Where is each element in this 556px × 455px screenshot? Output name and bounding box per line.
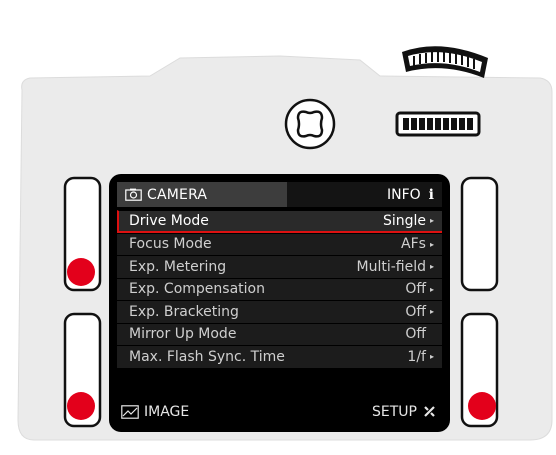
- left-bottom-marker: [67, 392, 95, 420]
- chevron-right-icon: ▸: [429, 284, 434, 294]
- menu-item-value: 1/f: [407, 348, 426, 365]
- camera-icon: [125, 188, 142, 201]
- menu-item-label: Exp. Metering: [129, 258, 227, 275]
- camera-menu-list: Drive Mode Single ▸ Focus Mode AFs ▸ Exp. Mete…: [117, 210, 442, 368]
- tab-camera[interactable]: CAMERA: [117, 182, 287, 207]
- tab-info[interactable]: INFO i: [287, 182, 442, 207]
- tab-info-label: INFO: [386, 186, 421, 203]
- menu-item-value-group: Multi-field ▸: [357, 259, 435, 275]
- tab-setup[interactable]: SETUP: [372, 404, 442, 420]
- menu-item-value-group: Off ▸: [405, 281, 434, 297]
- image-icon: [121, 404, 139, 419]
- camera-screen: CAMERA INFO i Drive Mode Single ▸ Focus Mod…: [109, 174, 450, 432]
- right-top-button[interactable]: [460, 176, 499, 292]
- chevron-right-icon: ▸: [429, 216, 434, 226]
- menu-item-value: Off: [405, 303, 426, 320]
- wrench-icon: [424, 406, 435, 417]
- menu-item-label: Drive Mode: [129, 212, 209, 229]
- menu-item-value: Off: [405, 281, 426, 298]
- right-bottom-marker: [468, 392, 496, 420]
- tab-image-label: IMAGE: [144, 403, 190, 420]
- menu-item-value: Single: [382, 212, 426, 229]
- bottom-tabbar: IMAGE SETUP: [117, 399, 442, 424]
- chevron-right-icon: ▸: [429, 239, 434, 249]
- menu-item[interactable]: Exp. Compensation Off ▸: [117, 277, 442, 300]
- menu-item-value-group: Off: [405, 326, 434, 342]
- tab-camera-label: CAMERA: [147, 186, 208, 203]
- top-tabbar: CAMERA INFO i: [117, 182, 442, 207]
- menu-item-label: Mirror Up Mode: [129, 326, 237, 343]
- menu-item[interactable]: Focus Mode AFs ▸: [117, 232, 442, 255]
- info-icon: i: [428, 186, 434, 203]
- menu-item-label: Max. Flash Sync. Time: [129, 348, 285, 365]
- left-top-marker: [67, 258, 95, 286]
- menu-item-value: AFs: [401, 236, 426, 253]
- tab-image[interactable]: IMAGE: [117, 404, 189, 420]
- menu-item-label: Exp. Bracketing: [129, 303, 239, 320]
- menu-item[interactable]: Max. Flash Sync. Time 1/f ▸: [117, 345, 442, 368]
- menu-item-value-group: Single ▸: [383, 213, 434, 229]
- thumbwheel-icon[interactable]: [395, 111, 481, 137]
- menu-item-label: Exp. Compensation: [129, 281, 265, 298]
- chevron-right-icon: ▸: [429, 262, 434, 272]
- top-dial-icon[interactable]: [402, 46, 488, 78]
- chevron-right-icon: ▸: [429, 352, 434, 362]
- menu-item-value-group: Off ▸: [405, 304, 434, 320]
- menu-item-value: Multi-field: [356, 258, 426, 275]
- joystick-icon[interactable]: [284, 98, 336, 150]
- menu-item-label: Focus Mode: [129, 236, 212, 253]
- menu-item[interactable]: Exp. Bracketing Off ▸: [117, 300, 442, 323]
- chevron-right-icon: ▸: [429, 307, 434, 317]
- menu-item[interactable]: Mirror Up Mode Off: [117, 322, 442, 345]
- menu-item-value-group: 1/f ▸: [407, 349, 434, 365]
- menu-item-value-group: AFs ▸: [401, 236, 434, 252]
- menu-item[interactable]: Exp. Metering Multi-field ▸: [117, 255, 442, 278]
- menu-item-value: Off: [405, 326, 426, 343]
- tab-setup-label: SETUP: [372, 403, 417, 420]
- menu-item[interactable]: Drive Mode Single ▸: [117, 210, 442, 233]
